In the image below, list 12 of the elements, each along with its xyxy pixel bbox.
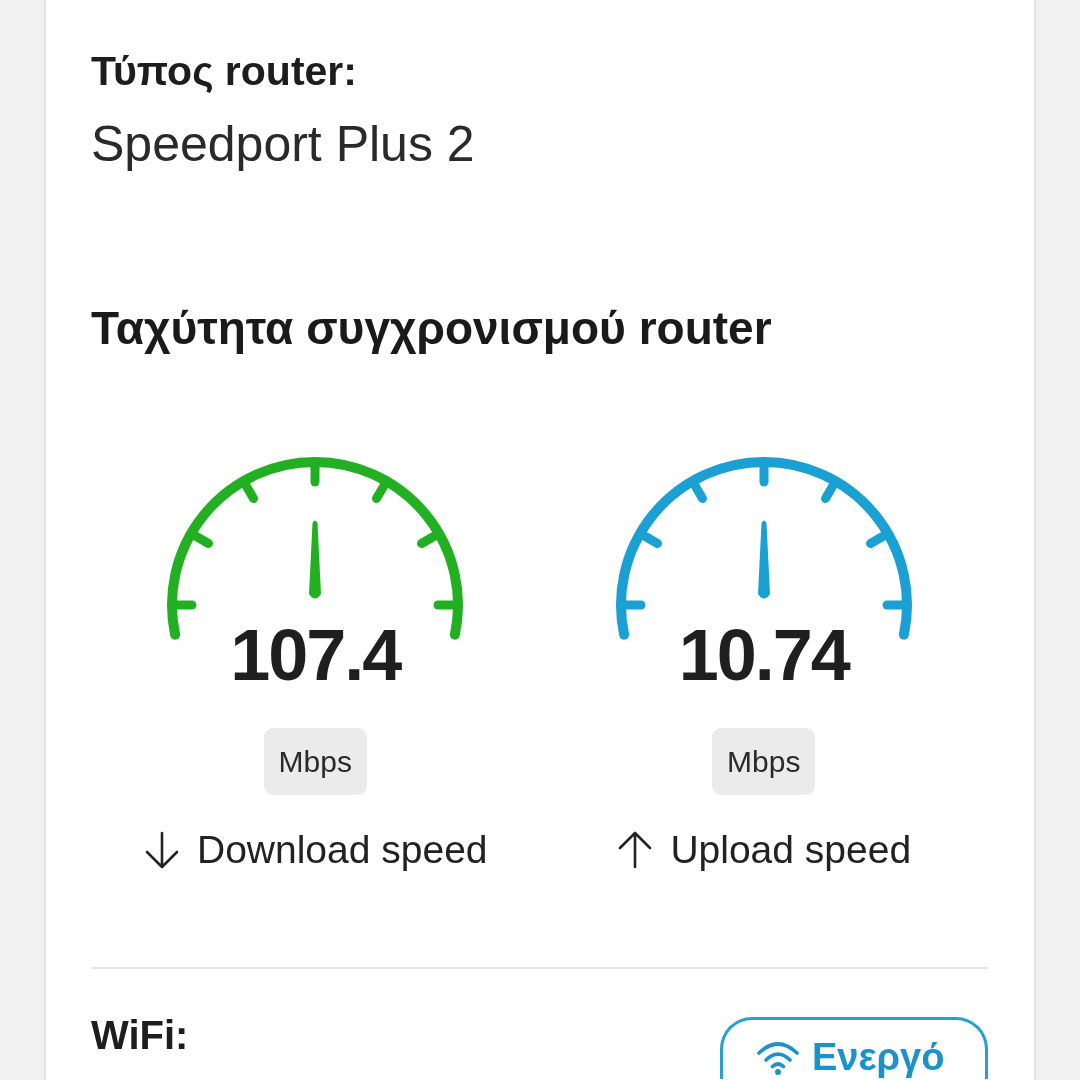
speed-value: 107.4 <box>230 626 401 684</box>
wifi-label: WiFi: <box>91 1012 189 1059</box>
unit-tag: Mbps <box>712 728 816 795</box>
speed-value: 10.74 <box>678 626 849 684</box>
router-type-value: Speedport Plus 2 <box>91 115 475 173</box>
speed-label: Download speed <box>196 828 488 872</box>
speed-label: Upload speed <box>670 828 912 872</box>
wifi-status-button[interactable]: Ενεργό <box>720 1017 988 1079</box>
wifi-icon <box>756 1039 800 1075</box>
router-type-label: Τύπος router: <box>91 47 357 95</box>
unit-tag: Mbps <box>263 728 367 795</box>
section-title: Ταχύτητα συγχρονισμού router <box>91 301 772 355</box>
